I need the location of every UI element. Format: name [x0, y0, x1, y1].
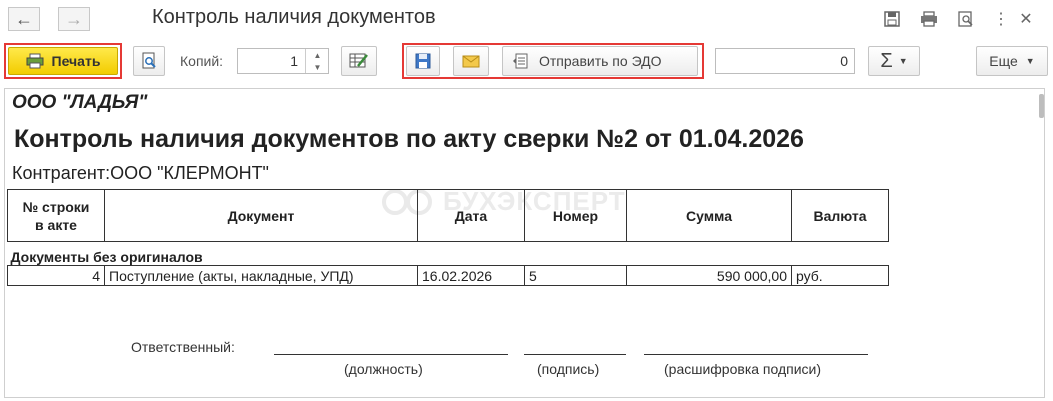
organization-name: ООО "ЛАДЬЯ"	[12, 92, 148, 113]
cell-amount: 590 000,00	[626, 265, 792, 286]
header-number: Номер	[524, 189, 627, 242]
vertical-scrollbar[interactable]	[1039, 94, 1044, 118]
position-line	[274, 354, 508, 355]
copies-stepper[interactable]: ▲ ▼	[305, 49, 329, 73]
decoding-caption: (расшифровка подписи)	[664, 361, 822, 377]
table-edit-icon	[349, 52, 369, 70]
chevron-down-icon: ▼	[1025, 56, 1035, 66]
section-row: Документы без оригиналов	[7, 241, 889, 266]
send-edo-button[interactable]: Отправить по ЭДО	[502, 46, 698, 76]
more-button[interactable]: Еще ▼	[976, 46, 1048, 76]
sigma-icon: Σ	[880, 49, 893, 72]
counterparty: Контрагент:ООО "КЛЕРМОНТ"	[12, 163, 269, 183]
back-button[interactable]: ←	[8, 7, 40, 31]
printer-icon	[26, 53, 44, 69]
signature-caption: (подпись)	[537, 361, 600, 377]
preview-icon[interactable]	[956, 9, 976, 29]
sum-value: 0	[840, 53, 848, 69]
send-email-button[interactable]	[453, 46, 489, 76]
floppy-disk-icon	[415, 53, 431, 69]
print-button-label: Печать	[51, 53, 101, 69]
decoding-line	[644, 354, 868, 355]
sum-field: 0	[715, 48, 855, 74]
header-row-no: № строки в акте	[7, 189, 105, 242]
cell-row-no: 4	[7, 265, 105, 286]
arrow-left-icon: ←	[15, 8, 33, 29]
save-icon[interactable]	[882, 9, 902, 29]
signature-line	[524, 354, 626, 355]
table-header-row: № строки в акте Документ Дата Номер Сумм…	[7, 189, 889, 242]
send-edo-label: Отправить по ЭДО	[539, 53, 662, 69]
more-dots-icon[interactable]: ⋮	[991, 9, 1011, 29]
preview-icon	[141, 52, 157, 70]
close-icon[interactable]: ✕	[1016, 9, 1036, 29]
forward-button[interactable]: →	[58, 7, 90, 31]
edo-document-icon	[513, 53, 529, 69]
header-amount: Сумма	[626, 189, 792, 242]
header-date: Дата	[417, 189, 525, 242]
sum-menu-button[interactable]: Σ ▼	[868, 46, 920, 76]
copies-value: 1	[290, 53, 298, 69]
arrow-right-icon: →	[65, 8, 83, 29]
documents-table: № строки в акте Документ Дата Номер Сумм…	[7, 189, 889, 286]
preview-button[interactable]	[133, 46, 165, 76]
header-row-no-line1: № строки	[22, 198, 90, 215]
window-title: Контроль наличия документов	[152, 6, 436, 28]
cell-document: Поступление (акты, накладные, УПД)	[104, 265, 418, 286]
position-caption: (должность)	[344, 361, 423, 377]
table-row[interactable]: 4 Поступление (акты, накладные, УПД) 16.…	[7, 265, 889, 286]
cell-currency: руб.	[791, 265, 889, 286]
print-button[interactable]: Печать	[8, 47, 118, 75]
save-to-file-button[interactable]	[406, 46, 440, 76]
chevron-down-icon: ▼	[898, 56, 908, 66]
header-row-no-line2: в акте	[35, 216, 77, 233]
document-heading: Контроль наличия документов по акту свер…	[14, 125, 804, 153]
printer-icon[interactable]	[919, 9, 939, 29]
envelope-icon	[462, 55, 480, 68]
header-currency: Валюта	[791, 189, 889, 242]
stepper-down-icon[interactable]: ▼	[314, 63, 322, 72]
copies-label: Копий:	[180, 53, 224, 69]
stepper-up-icon[interactable]: ▲	[314, 51, 322, 60]
edit-table-button[interactable]	[341, 46, 377, 76]
cell-number: 5	[524, 265, 627, 286]
section-title: Документы без оригиналов	[7, 241, 889, 266]
responsible-label: Ответственный:	[131, 339, 235, 355]
cell-date: 16.02.2026	[417, 265, 525, 286]
header-document: Документ	[104, 189, 418, 242]
more-label: Еще	[989, 53, 1018, 69]
